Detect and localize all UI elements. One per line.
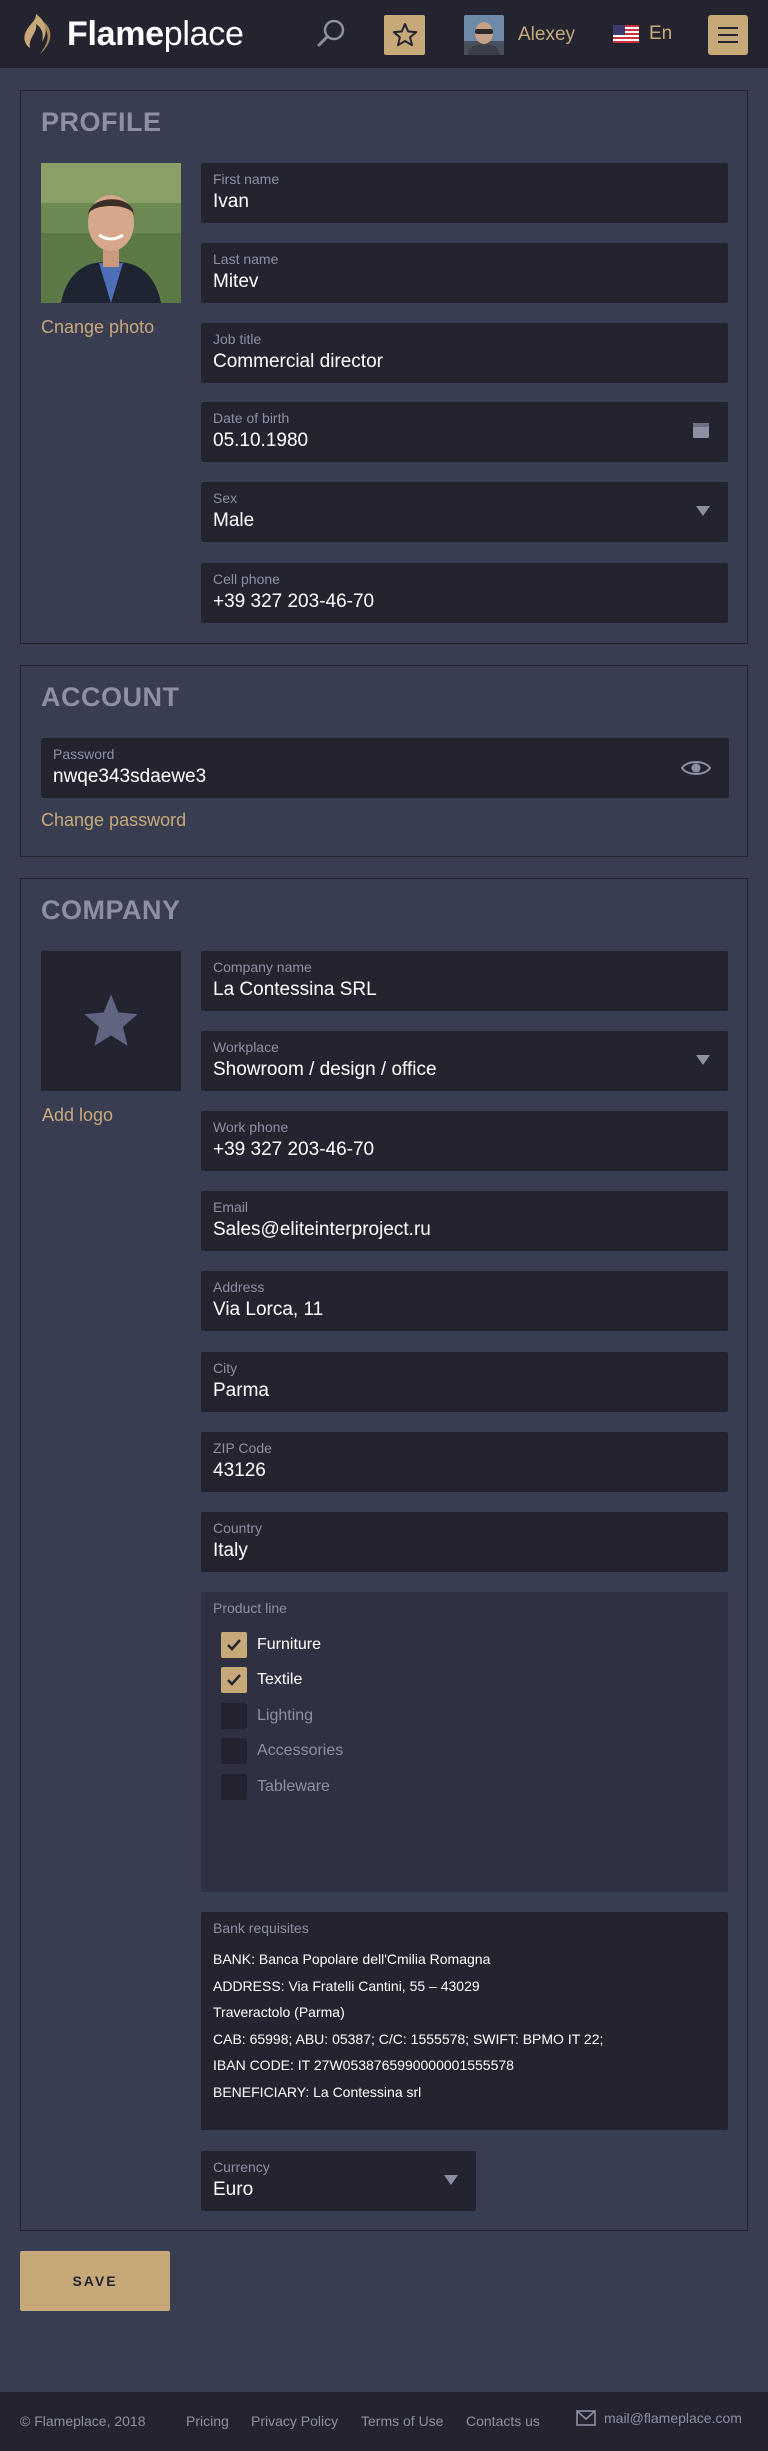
footer-link-contacts[interactable]: Contacts us — [466, 2413, 540, 2429]
footer-link-terms[interactable]: Terms of Use — [361, 2413, 443, 2429]
company-logo-placeholder[interactable] — [41, 951, 181, 1091]
user-menu[interactable]: Alexey — [464, 15, 575, 55]
company-section: COMPANY Add logo Company name La Contess… — [20, 878, 748, 2231]
sex-select[interactable]: Sex Male — [201, 482, 728, 542]
product-accessories-checkbox[interactable]: Accessories — [221, 1738, 343, 1764]
product-line-group: Product line Furniture Textile Lighting … — [201, 1592, 728, 1892]
chevron-down-icon — [696, 506, 710, 516]
language-label: En — [649, 23, 673, 44]
brand-name: Flameplace — [67, 15, 244, 53]
search-icon — [317, 19, 345, 47]
checkbox-unchecked[interactable] — [221, 1703, 247, 1729]
user-name: Alexey — [518, 24, 576, 45]
account-section: ACCOUNT Password nwqe343sdaewe3 Change p… — [20, 665, 748, 857]
bank-requisites-text: BANK: Banca Popolare dell'Cmilia Romagna… — [213, 1951, 604, 2100]
star-icon — [84, 994, 138, 1046]
work-phone-field[interactable]: Work phone +39 327 203-46-70 — [201, 1111, 728, 1171]
change-password-link[interactable]: Change password — [41, 810, 186, 831]
checkmark-icon — [227, 1674, 241, 1686]
profile-section: PROFILE Cnange photo First name Ivan Las… — [20, 90, 748, 644]
change-photo-link[interactable]: Cnange photo — [41, 317, 154, 338]
top-navbar: Flameplace Alexey En — [0, 0, 768, 68]
zip-code-field[interactable]: ZIP Code 43126 — [201, 1432, 728, 1492]
last-name-field[interactable]: Last name Mitev — [201, 243, 728, 303]
user-avatar — [464, 15, 504, 55]
checkbox-checked[interactable] — [221, 1632, 247, 1658]
calendar-icon[interactable] — [692, 421, 710, 439]
checkmark-icon — [227, 1639, 241, 1651]
address-field[interactable]: Address Via Lorca, 11 — [201, 1271, 728, 1331]
search-button[interactable] — [314, 17, 348, 51]
company-name-field[interactable]: Company name La Contessina SRL — [201, 951, 728, 1011]
product-textile-checkbox[interactable]: Textile — [221, 1667, 302, 1693]
eye-icon[interactable] — [681, 759, 711, 777]
workplace-select[interactable]: Workplace Showroom / design / office — [201, 1031, 728, 1091]
profile-title: PROFILE — [41, 107, 162, 137]
product-furniture-checkbox[interactable]: Furniture — [221, 1632, 321, 1658]
flame-icon — [24, 14, 51, 54]
password-field[interactable]: Password nwqe343sdaewe3 — [41, 738, 729, 798]
footer-link-pricing[interactable]: Pricing — [186, 2413, 229, 2429]
cell-phone-field[interactable]: Cell phone +39 327 203-46-70 — [201, 563, 728, 623]
mail-icon — [576, 2410, 596, 2426]
footer-link-privacy[interactable]: Privacy Policy — [251, 2413, 338, 2429]
currency-select[interactable]: Currency Euro — [201, 2151, 476, 2211]
checkbox-checked[interactable] — [221, 1667, 247, 1693]
hamburger-menu-button[interactable] — [708, 15, 748, 55]
date-of-birth-field[interactable]: Date of birth 05.10.1980 — [201, 402, 728, 462]
checkbox-unchecked[interactable] — [221, 1774, 247, 1800]
footer-email-link[interactable]: mail@flameplace.com — [576, 2410, 742, 2426]
city-field[interactable]: City Parma — [201, 1352, 728, 1412]
footer-copyright: © Flameplace, 2018 — [20, 2413, 146, 2429]
product-lighting-checkbox[interactable]: Lighting — [221, 1703, 313, 1729]
chevron-down-icon — [444, 2175, 458, 2185]
bank-requisites-textarea[interactable]: Bank requisites BANK: Banca Popolare del… — [201, 1912, 728, 2130]
chevron-down-icon — [696, 1055, 710, 1065]
account-title: ACCOUNT — [41, 682, 180, 712]
star-outline-icon — [392, 23, 417, 47]
product-tableware-checkbox[interactable]: Tableware — [221, 1774, 330, 1800]
first-name-field[interactable]: First name Ivan — [201, 163, 728, 223]
checkbox-unchecked[interactable] — [221, 1738, 247, 1764]
language-selector[interactable]: En — [613, 22, 672, 46]
add-logo-link[interactable]: Add logo — [42, 1105, 113, 1126]
brand-logo[interactable]: Flameplace — [20, 12, 244, 56]
hamburger-icon — [718, 27, 738, 29]
us-flag-icon — [613, 25, 639, 43]
save-button[interactable]: SAVE — [20, 2251, 170, 2311]
country-field[interactable]: Country Italy — [201, 1512, 728, 1572]
job-title-field[interactable]: Job title Commercial director — [201, 323, 728, 383]
company-title: COMPANY — [41, 895, 181, 925]
email-field[interactable]: Email Sales@eliteinterproject.ru — [201, 1191, 728, 1251]
footer: © Flameplace, 2018 Pricing Privacy Polic… — [0, 2392, 768, 2451]
profile-photo — [41, 163, 181, 303]
favorites-button[interactable] — [384, 15, 425, 55]
